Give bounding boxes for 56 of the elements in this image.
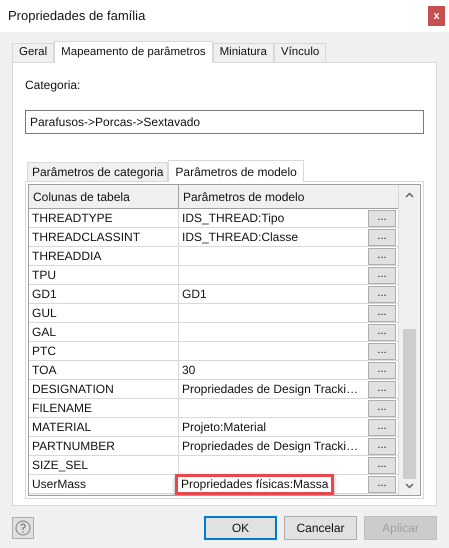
column-header[interactable]: Colunas de tabela [29, 185, 179, 208]
dialog-button[interactable]: OK [204, 516, 277, 540]
table-cell: TOA [29, 361, 179, 379]
help-button[interactable] [12, 517, 34, 539]
table-cell-text: Propriedades de Design Tracki… [181, 381, 360, 398]
browse-button[interactable]: ... [368, 210, 396, 226]
browse-button[interactable]: ... [368, 342, 396, 360]
category-field[interactable]: Parafusos->Porcas->Sextavado [25, 110, 424, 134]
table-cell: MATERIAL [29, 418, 179, 436]
browse-button[interactable]: ... [368, 266, 396, 284]
dialog-button[interactable]: Cancelar [284, 516, 357, 540]
browse-button[interactable]: ... [368, 418, 396, 436]
table-cell: THREADTYPE [29, 209, 179, 227]
table-cell-text: Propriedades de Design Tracki… [181, 438, 360, 455]
table-cell-text: IDS_THREAD:Tipo [181, 210, 286, 227]
table-cell: THREADDIA [29, 247, 179, 265]
table-cell-text: 30 [181, 362, 196, 379]
table-cell: TPU [29, 266, 179, 284]
browse-button[interactable]: ... [368, 476, 396, 492]
tab[interactable]: Parâmetros de categoria [27, 162, 168, 181]
browse-button[interactable]: ... [368, 248, 396, 264]
column-header[interactable]: Parâmetros de modelo [179, 185, 398, 208]
close-button[interactable]: x [428, 6, 445, 26]
table-cell: DESIGNATION [29, 380, 179, 398]
tab[interactable]: Miniatura [212, 43, 274, 62]
table-cell: THREADCLASSINT [29, 228, 179, 246]
scrollbar[interactable] [398, 185, 420, 495]
tab[interactable]: Geral [12, 43, 54, 62]
table-cell: FILENAME [29, 399, 179, 417]
table-cell: GUL [29, 304, 179, 322]
window-title: Propriedades de família [8, 7, 146, 26]
table-cell-text: GD1 [181, 286, 208, 303]
scroll-up-icon[interactable] [405, 192, 414, 198]
table-cell-text: Projeto:Material [181, 419, 268, 436]
table-cell-text: IDS_THREAD:Classe [181, 229, 300, 246]
tab[interactable]: Vínculo [274, 43, 326, 62]
browse-button[interactable]: ... [368, 286, 396, 302]
table-cell: GAL [29, 323, 179, 341]
browse-button[interactable]: ... [368, 400, 396, 416]
scroll-down-icon[interactable] [405, 483, 414, 489]
browse-button[interactable]: ... [368, 228, 396, 246]
browse-button[interactable]: ... [368, 456, 396, 474]
help-icon [15, 520, 31, 536]
scroll-thumb[interactable] [403, 329, 416, 479]
table-cell: GD1 [29, 285, 179, 303]
table-cell: PTC [29, 342, 179, 360]
browse-button[interactable]: ... [368, 304, 396, 322]
table-cell: Propriedades físicas:Massa [175, 474, 334, 494]
category-label: Categoria: [25, 77, 82, 93]
table-cell: PARTNUMBER [29, 437, 179, 455]
tab[interactable]: Mapeamento de parâmetros [54, 41, 213, 63]
tab[interactable]: Parâmetros de modelo [168, 160, 304, 182]
browse-button[interactable]: ... [368, 362, 396, 378]
browse-button[interactable]: ... [368, 438, 396, 454]
browse-button[interactable]: ... [368, 324, 396, 340]
browse-button[interactable]: ... [368, 380, 396, 398]
